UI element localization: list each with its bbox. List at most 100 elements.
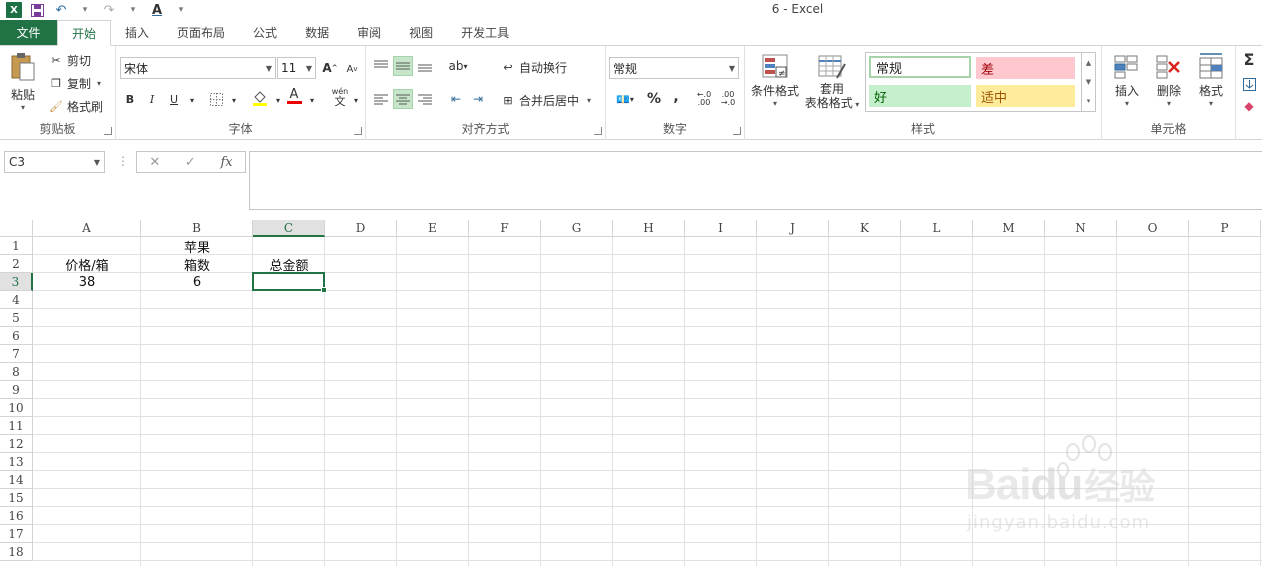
font-color-button[interactable]: A <box>284 86 304 106</box>
copy-button[interactable]: ❐ 复制 ▾ <box>48 75 101 92</box>
paste-dropdown-icon[interactable]: ▾ <box>21 103 25 112</box>
row-header-3[interactable]: 3 <box>0 273 33 291</box>
row-header-5[interactable]: 5 <box>0 309 33 327</box>
row-header-16[interactable]: 16 <box>0 507 33 525</box>
phonetic-button[interactable]: wén 文 <box>328 87 352 107</box>
cell-B1[interactable]: 苹果 <box>141 237 253 256</box>
cut-button[interactable]: ✂ 剪切 <box>48 52 91 69</box>
align-middle-button[interactable] <box>393 56 413 76</box>
align-right-button[interactable] <box>415 89 435 109</box>
alignment-launcher-icon[interactable] <box>594 127 602 135</box>
row-header-14[interactable]: 14 <box>0 471 33 489</box>
column-header-P[interactable]: P <box>1189 220 1261 237</box>
format-painter-button[interactable]: 🖌 格式刷 <box>48 98 103 115</box>
underline-button[interactable]: U <box>164 89 184 109</box>
tab-formulas[interactable]: 公式 <box>239 20 291 45</box>
fill-color-button[interactable] <box>250 88 270 108</box>
gallery-up-icon[interactable]: ▲ <box>1086 59 1091 67</box>
row-header-13[interactable]: 13 <box>0 453 33 471</box>
autosum-icon[interactable]: Σ <box>1239 49 1259 69</box>
row-header-11[interactable]: 11 <box>0 417 33 435</box>
font-color-dropdown-icon[interactable]: ▾ <box>302 90 322 110</box>
insert-function-icon[interactable]: fx <box>220 155 232 170</box>
column-header-D[interactable]: D <box>325 220 397 237</box>
cell-C2[interactable]: 总金额 <box>253 255 325 274</box>
border-dropdown-icon[interactable]: ▾ <box>224 90 244 110</box>
column-header-K[interactable]: K <box>829 220 901 237</box>
row-header-9[interactable]: 9 <box>0 381 33 399</box>
increase-indent-button[interactable]: ⇥ <box>468 89 488 109</box>
font-name-combo[interactable]: 宋体 ▼ <box>120 57 276 79</box>
column-header-M[interactable]: M <box>973 220 1045 237</box>
cell-A3[interactable]: 38 <box>33 273 141 291</box>
tab-home[interactable]: 开始 <box>57 20 112 46</box>
tab-review[interactable]: 审阅 <box>343 20 395 45</box>
row-header-6[interactable]: 6 <box>0 327 33 345</box>
increase-decimal-button[interactable]: ←.0.00 <box>694 89 714 109</box>
cell-A2[interactable]: 价格/箱 <box>33 255 141 274</box>
copy-dropdown-icon[interactable]: ▾ <box>97 79 101 88</box>
column-header-F[interactable]: F <box>469 220 541 237</box>
gallery-more-icon[interactable]: ▾ <box>1087 97 1091 105</box>
cell-B3[interactable]: 6 <box>141 273 253 291</box>
conditional-dropdown-icon[interactable]: ▾ <box>773 99 777 108</box>
formula-input[interactable] <box>249 151 1262 210</box>
grow-font-button[interactable]: A ^ <box>320 58 340 78</box>
format-dropdown-icon[interactable]: ▾ <box>1209 99 1213 108</box>
column-header-G[interactable]: G <box>541 220 613 237</box>
tab-data[interactable]: 数据 <box>291 20 343 45</box>
delete-dropdown-icon[interactable]: ▾ <box>1167 99 1171 108</box>
gallery-down-icon[interactable]: ▼ <box>1086 78 1091 86</box>
clipboard-launcher-icon[interactable] <box>104 127 112 135</box>
comma-button[interactable]: , <box>666 87 686 107</box>
row-header-18[interactable]: 18 <box>0 543 33 561</box>
gallery-scrollbar[interactable]: ▲ ▼ ▾ <box>1081 53 1095 111</box>
row-header-8[interactable]: 8 <box>0 363 33 381</box>
percent-button[interactable]: % <box>644 89 664 109</box>
accounting-format-button[interactable]: 💶 ▾ <box>610 89 640 109</box>
style-neutral[interactable]: 适中 <box>976 85 1075 107</box>
column-header-B[interactable]: B <box>141 220 253 237</box>
row-header-7[interactable]: 7 <box>0 345 33 363</box>
row-header-2[interactable]: 2 <box>0 255 33 273</box>
row-header-4[interactable]: 4 <box>0 291 33 309</box>
format-cells-button[interactable]: 格式 ▾ <box>1192 52 1230 108</box>
italic-button[interactable]: I <box>142 89 162 109</box>
column-header-L[interactable]: L <box>901 220 973 237</box>
row-header-1[interactable]: 1 <box>0 237 33 255</box>
column-header-A[interactable]: A <box>33 220 141 237</box>
name-box[interactable]: C3 ▼ <box>4 151 105 173</box>
merge-center-button[interactable]: ⊞ 合并后居中 ▾ <box>500 92 591 109</box>
row-header-10[interactable]: 10 <box>0 399 33 417</box>
merge-dropdown-icon[interactable]: ▾ <box>587 96 591 105</box>
decrease-decimal-button[interactable]: .00 →.0 <box>718 89 738 109</box>
cancel-entry-icon[interactable]: ✕ <box>149 155 160 170</box>
clear-eraser-icon[interactable]: ◆ <box>1239 96 1259 116</box>
fill-handle[interactable] <box>321 287 327 293</box>
selected-cell-outline[interactable] <box>252 272 327 293</box>
formula-bar-grip-icon[interactable]: ⋮ <box>117 154 129 168</box>
number-launcher-icon[interactable] <box>733 127 741 135</box>
number-format-combo[interactable]: 常规 ▼ <box>609 57 739 79</box>
column-header-I[interactable]: I <box>685 220 757 237</box>
align-left-button[interactable] <box>371 89 391 109</box>
font-launcher-icon[interactable] <box>354 127 362 135</box>
decrease-indent-button[interactable]: ⇤ <box>446 89 466 109</box>
column-header-N[interactable]: N <box>1045 220 1117 237</box>
phonetic-dropdown-icon[interactable]: ▾ <box>350 90 362 110</box>
fill-down-icon[interactable] <box>1239 74 1259 94</box>
select-all-corner[interactable] <box>0 220 33 237</box>
tab-developer[interactable]: 开发工具 <box>447 20 523 45</box>
column-header-C[interactable]: C <box>253 220 325 237</box>
tab-file[interactable]: 文件 <box>0 20 57 45</box>
style-bad[interactable]: 差 <box>976 57 1075 79</box>
style-good[interactable]: 好 <box>869 85 971 107</box>
delete-cells-button[interactable]: 删除 ▾ <box>1150 52 1188 108</box>
align-top-button[interactable] <box>371 56 391 76</box>
style-normal[interactable]: 常规 <box>869 56 971 78</box>
insert-cells-button[interactable]: 插入 ▾ <box>1108 52 1146 108</box>
align-bottom-button[interactable] <box>415 56 435 76</box>
font-size-combo[interactable]: 11 ▼ <box>277 57 316 79</box>
table-format-dropdown-icon[interactable]: ▾ <box>853 100 859 109</box>
orientation-button[interactable]: ab ▾ <box>448 56 468 76</box>
